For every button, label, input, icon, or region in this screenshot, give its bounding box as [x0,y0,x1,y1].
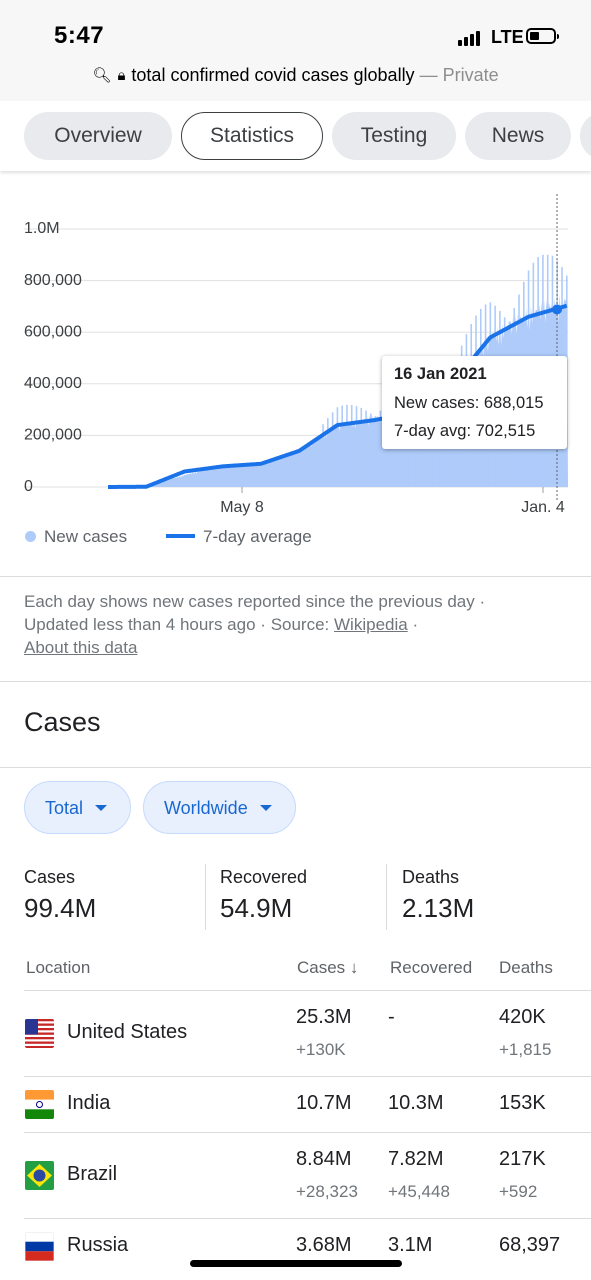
tab-news[interactable]: News [465,112,571,160]
russia-flag-icon [25,1232,54,1261]
row-recovered: 10.3M [388,1092,444,1114]
us-flag-icon [25,1019,54,1048]
cases-chart[interactable]: 0 200,000 400,000 600,000 800,000 1.0M May 8 Ja… [0,172,591,577]
row-cases-delta: +28,323 [296,1182,358,1201]
divider [205,864,206,930]
cellular-signal-icon [458,30,484,46]
tab-statistics[interactable]: Statistics [181,112,323,160]
tab-more[interactable] [580,112,591,160]
browser-top-bar: 5:47 LTE 🔍︎ 🔒︎ total confirmed covid cases… [0,0,591,102]
india-flag-icon [25,1090,54,1119]
y-tick-label: 1.0M [24,220,60,237]
column-header-cases-label: Cases [297,958,346,977]
summary-deaths-label: Deaths [402,867,460,887]
home-indicator[interactable] [190,1260,402,1267]
row-location[interactable]: United States [67,1021,187,1044]
scope-filter-dropdown[interactable]: Worldwide [143,781,296,834]
y-tick-label: 200,000 [24,427,82,444]
legend-line-icon [166,534,195,538]
summary-recovered-label: Recovered [220,867,308,887]
y-tick-label: 600,000 [24,323,82,340]
row-divider [24,1132,591,1133]
lock-icon: 🔒︎ [117,67,126,84]
row-deaths: 420K [499,1006,546,1028]
summary-cases-value: 99.4M [24,893,97,923]
address-query: total confirmed covid cases globally [131,65,415,85]
battery-icon [526,28,559,44]
legend-new-cases-label: New cases [44,527,128,546]
y-tick-label: 0 [24,478,33,495]
summary-recovered: Recovered 54.9M [220,867,307,924]
network-type: LTE [491,27,524,47]
tab-overview[interactable]: Overview [24,112,172,160]
row-deaths-delta: +592 [499,1182,538,1201]
summary-deaths: Deaths 2.13M [402,867,474,924]
row-cases: 8.84M [296,1148,352,1170]
address-bar[interactable]: 🔍︎ 🔒︎ total confirmed covid cases globally… [0,65,591,86]
tab-bar: Overview Statistics Testing News [0,101,591,171]
legend-new-cases: New cases [25,527,127,547]
row-location[interactable]: Russia [67,1234,128,1257]
row-cases: 25.3M [296,1006,352,1028]
column-header-deaths[interactable]: Deaths [499,958,553,978]
row-recovered: 7.82M [388,1148,444,1170]
search-icon: 🔍︎ [92,67,112,84]
legend-average: 7-day average [166,527,312,547]
column-header-recovered[interactable]: Recovered [390,958,472,978]
dropdown-arrow-icon [95,805,108,811]
y-tick-label: 800,000 [24,272,82,289]
row-recovered: 3.1M [388,1234,433,1256]
note-updated: Updated less than 4 hours ago [24,615,256,634]
row-deaths: 217K [499,1148,546,1170]
row-cases: 3.68M [296,1234,352,1256]
legend-average-label: 7-day average [203,527,312,546]
row-recovered: - [388,1006,395,1028]
about-data-link[interactable]: About this data [24,636,574,659]
row-deaths-delta: +1,815 [499,1040,552,1059]
row-divider [24,1218,591,1219]
tab-testing[interactable]: Testing [332,112,456,160]
row-cases-delta: +130K [296,1040,346,1059]
row-deaths: 68,397 [499,1234,561,1256]
status-time: 5:47 [54,22,105,49]
scope-filter-label: Worldwide [164,798,248,818]
private-label: — Private [419,65,499,85]
summary-cases-label: Cases [24,867,76,887]
y-tick-label: 400,000 [24,375,82,392]
sort-down-arrow-icon: ↓ [345,958,359,977]
column-header-cases[interactable]: Cases ↓ [297,958,358,978]
section-divider [0,681,591,682]
note-line-1: Each day shows new cases reported since … [24,592,486,611]
data-note: Each day shows new cases reported since … [24,590,574,659]
source-link[interactable]: Wikipedia [334,615,408,634]
legend-dot-icon [25,531,36,542]
column-header-location[interactable]: Location [26,958,90,978]
row-divider [24,1076,591,1077]
x-tick-label: Jan. 4 [521,499,565,516]
dropdown-arrow-icon [259,805,272,811]
note-source-label: Source: [270,615,330,634]
row-cases: 10.7M [296,1092,352,1114]
row-deaths: 153K [499,1092,546,1114]
tooltip-average: 7-day avg: 702,515 [394,422,536,440]
x-tick-label: May 8 [220,499,264,516]
cases-heading: Cases [24,707,101,737]
tooltip-new-cases: New cases: 688,015 [394,394,544,412]
chart-tooltip: 16 Jan 2021 New cases: 688,015 7-day avg… [382,356,567,449]
summary-recovered-value: 54.9M [220,893,293,923]
divider [386,864,387,930]
brazil-flag-icon [25,1161,54,1190]
section-divider [0,767,591,768]
hover-point [552,304,562,315]
row-recovered-delta: +45,448 [388,1182,450,1201]
total-filter-label: Total [45,798,84,818]
summary-deaths-value: 2.13M [402,893,475,923]
row-divider [24,990,591,991]
tooltip-date: 16 Jan 2021 [394,365,487,383]
row-location[interactable]: Brazil [67,1163,117,1186]
row-location[interactable]: India [67,1092,110,1115]
total-filter-dropdown[interactable]: Total [24,781,131,834]
summary-cases: Cases 99.4M [24,867,96,924]
